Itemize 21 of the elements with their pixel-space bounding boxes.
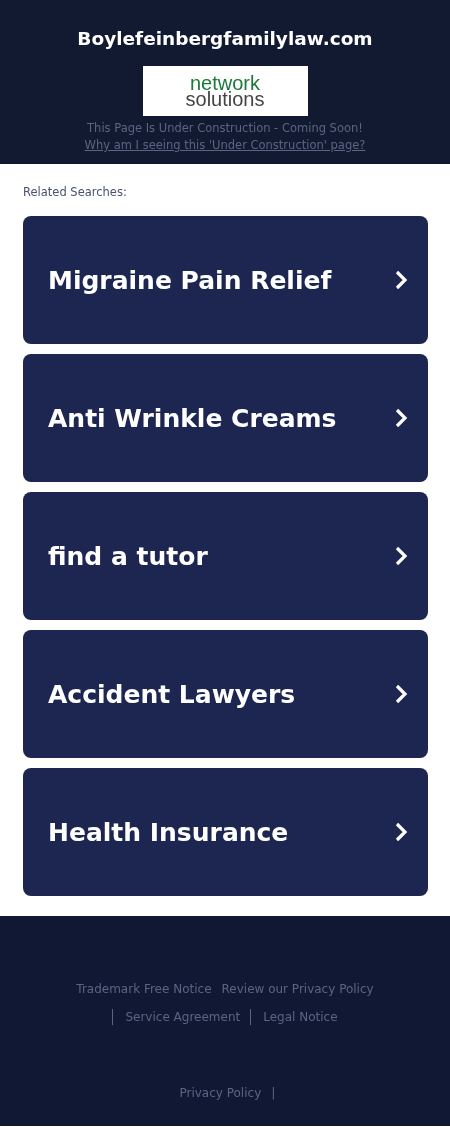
footer-link[interactable]: Service Agreement: [112, 1009, 246, 1025]
search-card[interactable]: Anti Wrinkle Creams: [23, 354, 428, 482]
related-searches-heading: Related Searches:: [23, 185, 128, 199]
chevron-icon: [394, 546, 408, 566]
chevron-icon: [394, 684, 408, 704]
privacy-policy-link[interactable]: Privacy Policy: [174, 1085, 267, 1101]
footer-link[interactable]: Review our Privacy Policy: [216, 981, 379, 997]
search-card[interactable]: Health Insurance: [23, 768, 428, 896]
construction-notice: This Page Is Under Construction - Coming Soon!: [87, 121, 363, 135]
search-card[interactable]: Accident Lawyers: [23, 630, 428, 758]
logo: network solutions: [142, 66, 308, 116]
chevron-icon: [394, 270, 408, 290]
chevron-icon: [394, 822, 408, 842]
footer-link[interactable]: Legal Notice: [250, 1009, 343, 1025]
search-card[interactable]: find a tutor: [23, 492, 428, 620]
search-card[interactable]: Migraine Pain Relief: [23, 216, 428, 344]
why-link[interactable]: Why am I seeing this 'Under Construction' page?: [84, 138, 366, 152]
separator: |: [271, 1085, 276, 1100]
domain-title: Boylefeinbergfamilylaw.com: [77, 28, 373, 49]
chevron-icon: [394, 408, 408, 428]
footer-link[interactable]: Trademark Free Notice: [71, 981, 217, 997]
